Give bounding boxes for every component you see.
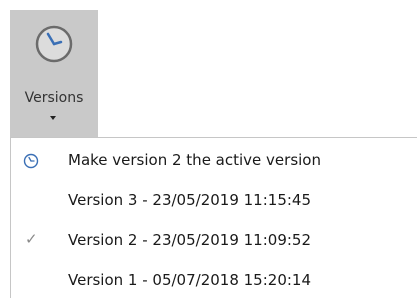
menu-item-version-3[interactable]: Version 3 - 23/05/2019 11:15:45	[11, 184, 417, 218]
screen: Versions Make version 2 the active versi…	[0, 0, 417, 298]
menu-item-label: Make version 2 the active version	[68, 151, 321, 169]
clock-icon	[23, 153, 39, 169]
versions-label: Versions	[24, 90, 84, 106]
menu-item-label: Version 2 - 23/05/2019 11:09:52	[68, 231, 312, 249]
menu-item-version-1[interactable]: Version 1 - 05/07/2018 15:20:14	[11, 264, 417, 298]
menu-item-label: Version 3 - 23/05/2019 11:15:45	[68, 191, 312, 209]
menu-item-make-active[interactable]: Make version 2 the active version	[11, 144, 417, 178]
checkmark-icon: ✓	[25, 230, 38, 248]
versions-ribbon-button[interactable]: Versions	[10, 10, 98, 138]
versions-menu: Make version 2 the active version Versio…	[10, 137, 417, 298]
dropdown-arrow-icon	[50, 116, 56, 120]
menu-item-label: Version 1 - 05/07/2018 15:20:14	[68, 271, 312, 289]
menu-item-version-2[interactable]: ✓ Version 2 - 23/05/2019 11:09:52	[11, 224, 417, 258]
clock-icon	[34, 24, 74, 64]
